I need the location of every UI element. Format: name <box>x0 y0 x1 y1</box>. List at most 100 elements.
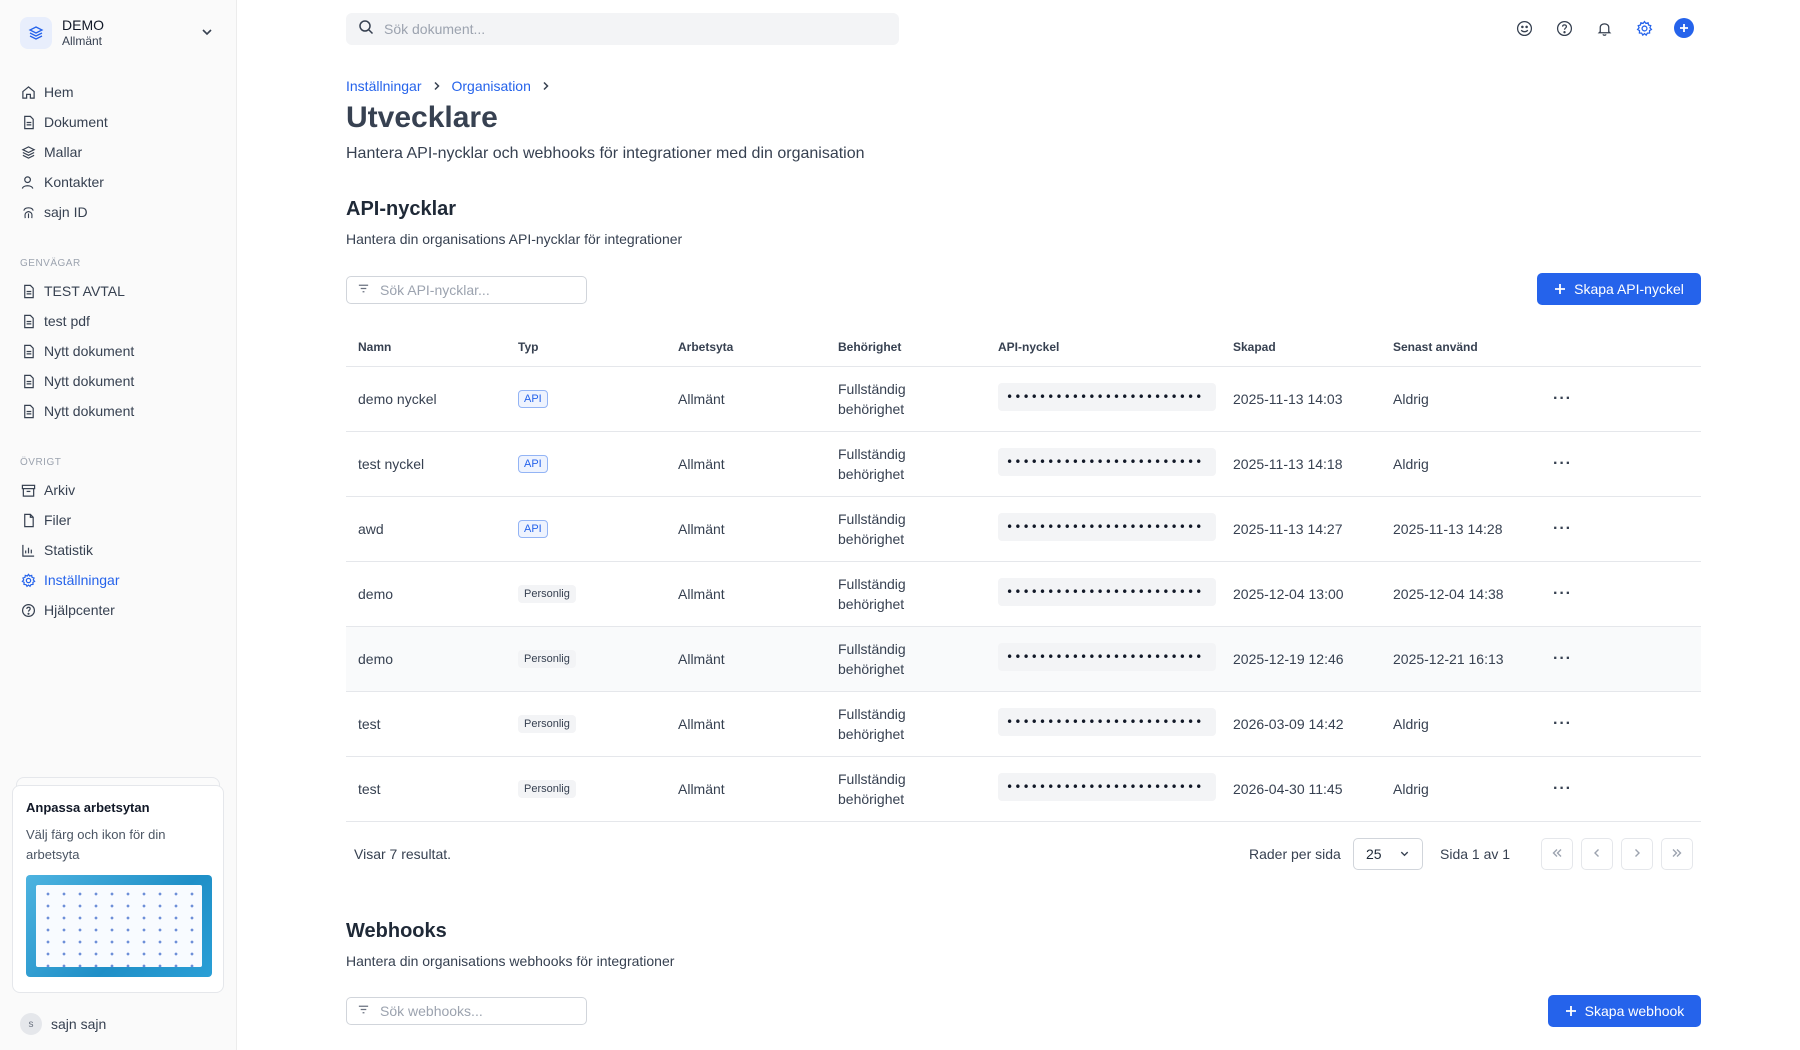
more-icon[interactable]: ··· <box>1553 390 1572 407</box>
create-new-button[interactable] <box>1674 18 1694 38</box>
sidebar-item-label: Hjälpcenter <box>44 602 115 618</box>
column-header-type[interactable]: Typ <box>506 328 666 367</box>
more-icon[interactable]: ··· <box>1553 455 1572 472</box>
cell-workspace: Allmänt <box>666 691 826 757</box>
sidebar-item-kontakter[interactable]: Kontakter <box>20 170 220 194</box>
filter-icon <box>357 1003 370 1020</box>
cell-created: 2025-12-04 13:00 <box>1221 561 1381 627</box>
column-header-workspace[interactable]: Arbetsyta <box>666 328 826 367</box>
table-row[interactable]: demo Personlig Allmänt Fullständig behöri… <box>346 561 1701 627</box>
table-row[interactable]: test Personlig Allmänt Fullständig behöri… <box>346 691 1701 757</box>
more-icon[interactable]: ··· <box>1553 650 1572 667</box>
first-page-button[interactable] <box>1541 838 1573 870</box>
webhooks-search-input[interactable] <box>380 1003 570 1019</box>
shortcut-item[interactable]: Nytt dokument <box>20 369 220 393</box>
create-api-key-button[interactable]: Skapa API-nyckel <box>1537 273 1701 305</box>
smiley-icon[interactable] <box>1514 18 1534 38</box>
api-keys-subtitle: Hantera din organisations API-nycklar fö… <box>346 231 683 247</box>
sidebar-item-installningar[interactable]: Inställningar <box>20 568 220 592</box>
sidebar-item-mallar[interactable]: Mallar <box>20 140 220 164</box>
sidebar-item-dokument[interactable]: Dokument <box>20 110 220 134</box>
type-badge: Personlig <box>518 715 576 733</box>
masked-api-key[interactable]: •••••••••••••••••••••••• <box>998 708 1216 736</box>
sidebar-item-filer[interactable]: Filer <box>20 508 220 532</box>
cell-workspace: Allmänt <box>666 496 826 562</box>
prev-page-button[interactable] <box>1581 838 1613 870</box>
customize-workspace-card[interactable]: Anpassa arbetsytan Välj färg och ikon fö… <box>12 785 224 993</box>
masked-api-key[interactable]: •••••••••••••••••••••••• <box>998 643 1216 671</box>
sidebar-item-hem[interactable]: Hem <box>20 80 220 104</box>
cell-created: 2025-12-19 12:46 <box>1221 626 1381 692</box>
rows-per-page-select[interactable]: 25 <box>1353 838 1423 870</box>
column-header-name[interactable]: Namn <box>346 328 506 367</box>
create-api-key-label: Skapa API-nyckel <box>1574 281 1684 297</box>
cell-name: demo nyckel <box>346 366 506 432</box>
page-title: Utvecklare <box>346 101 498 134</box>
api-keys-search-input[interactable] <box>380 282 570 298</box>
table-row[interactable]: demo nyckel API Allmänt Fullständig behör… <box>346 366 1701 432</box>
breadcrumb-installningar[interactable]: Inställningar <box>346 78 422 94</box>
table-row[interactable]: demo Personlig Allmänt Fullständig behöri… <box>346 626 1701 692</box>
more-icon[interactable]: ··· <box>1553 780 1572 797</box>
more-icon[interactable]: ··· <box>1553 520 1572 537</box>
filter-icon <box>357 282 370 299</box>
search-input[interactable] <box>384 21 864 37</box>
column-header-created[interactable]: Skapad <box>1221 328 1381 367</box>
masked-api-key[interactable]: •••••••••••••••••••••••• <box>998 578 1216 606</box>
last-page-button[interactable] <box>1661 838 1693 870</box>
table-row[interactable]: test nyckel API Allmänt Fullständig behör… <box>346 431 1701 497</box>
api-keys-filter[interactable] <box>346 276 587 304</box>
chevron-right-icon <box>1631 846 1643 863</box>
permission-line: Fullständig <box>838 575 906 592</box>
masked-api-key[interactable]: •••••••••••••••••••••••• <box>998 513 1216 541</box>
shortcut-item[interactable]: Nytt dokument <box>20 399 220 423</box>
cell-api-key: •••••••••••••••••••••••• <box>986 496 1221 562</box>
more-icon[interactable]: ··· <box>1553 585 1572 602</box>
help-icon[interactable] <box>1554 18 1574 38</box>
cell-actions: ··· <box>1541 756 1701 822</box>
breadcrumb-organisation[interactable]: Organisation <box>452 78 531 94</box>
gear-icon[interactable] <box>1634 18 1654 38</box>
user-menu[interactable]: s sajn sajn <box>20 1013 106 1035</box>
table-row[interactable]: test Personlig Allmänt Fullständig behöri… <box>346 756 1701 822</box>
column-header-last-used[interactable]: Senast använd <box>1381 328 1541 367</box>
create-webhook-button[interactable]: Skapa webhook <box>1548 995 1701 1027</box>
sidebar-item-label: Arkiv <box>44 482 76 498</box>
fingerprint-icon <box>20 204 36 220</box>
sidebar: DEMO Allmänt Hem Dokument Mallar Kontakt… <box>0 0 237 1050</box>
sidebar-item-hjalpcenter[interactable]: Hjälpcenter <box>20 598 220 622</box>
table-row[interactable]: awd API Allmänt Fullständig behörighet ••… <box>346 496 1701 562</box>
permission-line: behörighet <box>838 530 905 547</box>
cell-actions: ··· <box>1541 626 1701 692</box>
cell-last-used: 2025-12-21 16:13 <box>1381 626 1541 692</box>
bell-icon[interactable] <box>1594 18 1614 38</box>
next-page-button[interactable] <box>1621 838 1653 870</box>
help-icon <box>20 602 36 618</box>
type-badge: Personlig <box>518 650 576 668</box>
column-header-api-key[interactable]: API-nyckel <box>986 328 1221 367</box>
sidebar-item-label: Statistik <box>44 542 94 558</box>
shortcut-item[interactable]: Nytt dokument <box>20 339 220 363</box>
chevron-left-icon <box>1591 846 1603 863</box>
masked-api-key[interactable]: •••••••••••••••••••••••• <box>998 383 1216 411</box>
sidebar-item-statistik[interactable]: Statistik <box>20 538 220 562</box>
workspace-switcher[interactable]: DEMO Allmänt <box>20 15 216 51</box>
more-icon[interactable]: ··· <box>1553 715 1572 732</box>
webhooks-filter[interactable] <box>346 997 587 1025</box>
masked-api-key[interactable]: •••••••••••••••••••••••• <box>998 448 1216 476</box>
column-header-permission[interactable]: Behörighet <box>826 328 986 367</box>
search-bar[interactable] <box>346 13 899 45</box>
cell-actions: ··· <box>1541 496 1701 562</box>
shortcut-item[interactable]: test pdf <box>20 309 220 333</box>
cell-api-key: •••••••••••••••••••••••• <box>986 691 1221 757</box>
cell-type: API <box>506 431 666 497</box>
plus-icon <box>1565 1005 1577 1017</box>
shortcut-item[interactable]: TEST AVTAL <box>20 279 220 303</box>
sidebar-item-arkiv[interactable]: Arkiv <box>20 478 220 502</box>
chevron-down-icon[interactable] <box>200 25 214 43</box>
type-badge: Personlig <box>518 780 576 798</box>
cell-last-used: Aldrig <box>1381 756 1541 822</box>
sidebar-item-label: Dokument <box>44 114 108 130</box>
masked-api-key[interactable]: •••••••••••••••••••••••• <box>998 773 1216 801</box>
sidebar-item-sajn-id[interactable]: sajn ID <box>20 200 220 224</box>
